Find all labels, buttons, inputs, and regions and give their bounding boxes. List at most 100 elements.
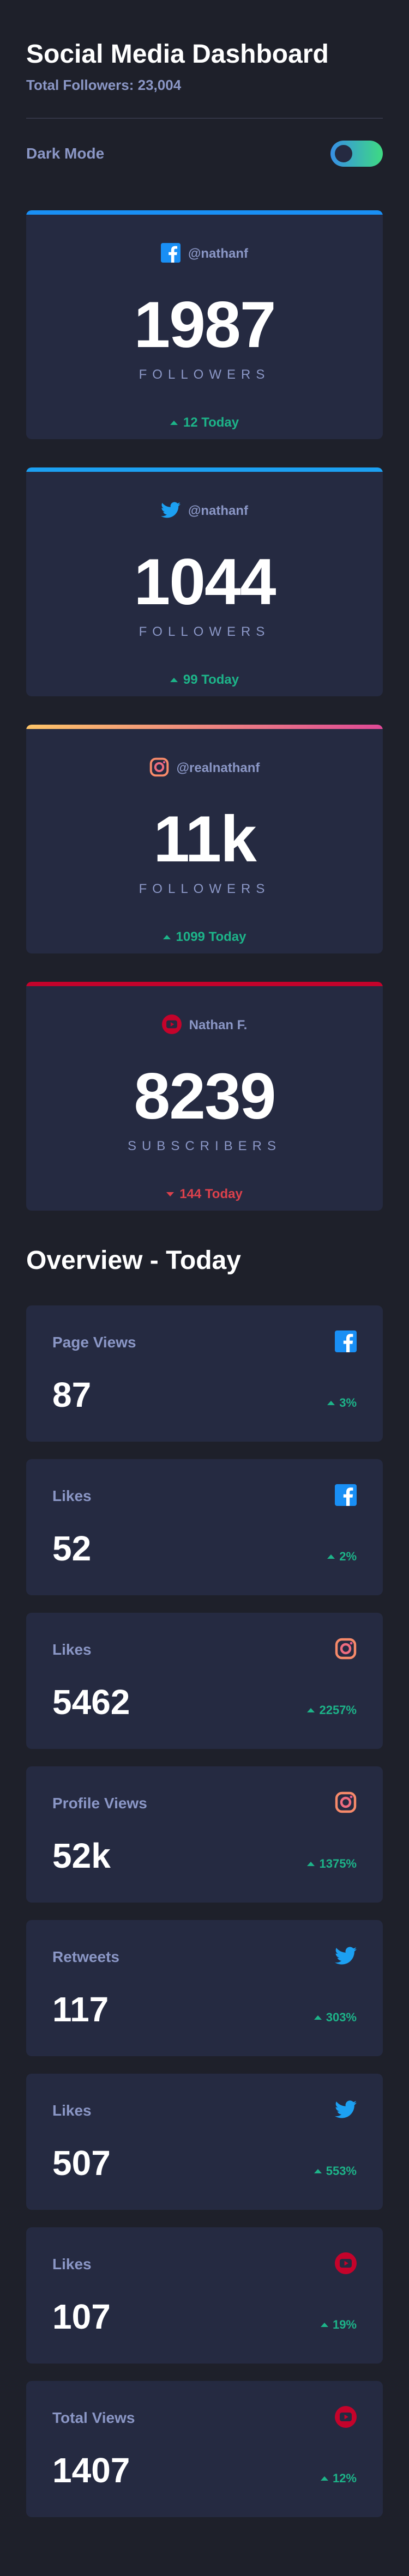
overview-metric: Profile Views (52, 1795, 147, 1812)
overview-value: 52 (52, 1529, 92, 1568)
overview-card-top: Profile Views (52, 1790, 357, 1816)
handle-row: @nathanf (26, 467, 383, 522)
overview-pct-text: 19% (332, 2318, 357, 2331)
card-top-bar (26, 467, 383, 472)
overview-card-instagram[interactable]: Likes 5462 2257% (26, 1613, 383, 1749)
follower-cards: @nathanf 1987 FOLLOWERS 12 Today @nathan… (26, 210, 383, 1211)
follower-delta: 99 Today (26, 672, 383, 688)
overview-card-facebook[interactable]: Likes 52 2% (26, 1459, 383, 1595)
overview-card-top: Likes (52, 1637, 357, 1663)
arrow-up-icon (170, 678, 178, 682)
overview-card-top: Page Views (52, 1329, 357, 1356)
youtube-icon (161, 1014, 182, 1037)
overview-value: 1407 (52, 2451, 130, 2490)
follower-card-instagram[interactable]: @realnathanf 11k FOLLOWERS 1099 Today (26, 725, 383, 953)
toggle-knob (335, 145, 352, 162)
overview-value: 117 (52, 1990, 109, 2029)
arrow-up-icon (320, 2476, 328, 2481)
follower-unit: FOLLOWERS (139, 624, 270, 639)
arrow-up-icon (314, 2015, 322, 2020)
arrow-up-icon (163, 935, 171, 939)
overview-card-bottom: 1407 12% (52, 2453, 357, 2488)
overview-pct-text: 553% (326, 2164, 357, 2178)
dark-mode-label: Dark Mode (26, 145, 105, 162)
overview-value: 107 (52, 2297, 111, 2336)
overview-metric: Likes (52, 2102, 92, 2119)
overview-card-bottom: 117 303% (52, 1992, 357, 2027)
youtube-icon (335, 2252, 357, 2277)
overview-metric: Likes (52, 2256, 92, 2273)
arrow-down-icon (166, 1192, 175, 1196)
follower-count: 1044 (134, 545, 276, 618)
arrow-up-icon (327, 1401, 335, 1405)
overview-card-youtube[interactable]: Likes 107 19% (26, 2227, 383, 2364)
page-title: Social Media Dashboard (26, 40, 329, 69)
overview-card-facebook[interactable]: Page Views 87 3% (26, 1305, 383, 1442)
overview-pct-text: 3% (339, 1396, 357, 1409)
overview-card-top: Likes (52, 2098, 357, 2124)
handle-row: @realnathanf (26, 725, 383, 779)
instagram-icon (149, 757, 169, 780)
overview-card-twitter[interactable]: Retweets 117 303% (26, 1920, 383, 2056)
handle-row: @nathanf (26, 210, 383, 265)
overview-card-bottom: 107 19% (52, 2299, 357, 2334)
overview-card-youtube[interactable]: Total Views 1407 12% (26, 2381, 383, 2517)
youtube-icon (335, 2405, 357, 2431)
header-divider (26, 118, 383, 119)
overview-card-top: Total Views (52, 2405, 357, 2431)
overview-pct: 303% (314, 2010, 357, 2025)
twitter-icon (160, 502, 181, 521)
overview-pct: 2% (327, 1550, 357, 1564)
overview-card-top: Retweets (52, 1944, 357, 1970)
overview-card-bottom: 87 3% (52, 1377, 357, 1412)
overview-pct: 12% (320, 2471, 357, 2486)
follower-delta: 12 Today (26, 415, 383, 430)
twitter-icon (335, 1947, 357, 1967)
overview-card-top: Likes (52, 1483, 357, 1509)
follower-count: 1987 (134, 288, 276, 361)
follower-delta-text: 12 Today (183, 415, 239, 430)
follower-count: 8239 (134, 1060, 276, 1133)
overview-metric: Likes (52, 1641, 92, 1658)
overview-pct: 553% (314, 2164, 357, 2178)
follower-count: 11k (153, 803, 257, 876)
overview-value: 87 (52, 1375, 92, 1414)
overview-metric: Total Views (52, 2409, 135, 2426)
overview-card-bottom: 52 2% (52, 1531, 357, 1566)
overview-pct: 3% (327, 1396, 357, 1410)
overview-metric: Retweets (52, 1948, 119, 1965)
follower-card-twitter[interactable]: @nathanf 1044 FOLLOWERS 99 Today (26, 467, 383, 696)
overview-card-top: Likes (52, 2251, 357, 2277)
dark-mode-toggle[interactable] (330, 141, 383, 167)
follower-delta: 1099 Today (26, 929, 383, 945)
overview-card-instagram[interactable]: Profile Views 52k 1375% (26, 1766, 383, 1903)
facebook-icon (335, 1484, 357, 1509)
instagram-icon (335, 1791, 357, 1816)
dark-mode-row: Dark Mode (26, 138, 383, 169)
overview-pct: 19% (320, 2318, 357, 2332)
overview-value: 52k (52, 1836, 111, 1875)
card-handle: @nathanf (188, 503, 249, 518)
card-handle: Nathan F. (189, 1018, 248, 1032)
overview-card-bottom: 507 553% (52, 2146, 357, 2180)
overview-title: Overview - Today (26, 1246, 241, 1275)
card-top-bar (26, 725, 383, 729)
total-followers: Total Followers: 23,004 (26, 77, 182, 93)
overview-pct-text: 2% (339, 1550, 357, 1563)
follower-card-youtube[interactable]: Nathan F. 8239 SUBSCRIBERS 144 Today (26, 982, 383, 1211)
overview-card-bottom: 52k 1375% (52, 1838, 357, 1873)
overview-card-twitter[interactable]: Likes 507 553% (26, 2074, 383, 2210)
facebook-icon (160, 242, 181, 265)
facebook-icon (335, 1330, 357, 1355)
follower-delta: 144 Today (26, 1187, 383, 1202)
overview-card-bottom: 5462 2257% (52, 1685, 357, 1720)
arrow-up-icon (320, 2323, 328, 2327)
follower-delta-text: 1099 Today (176, 929, 246, 944)
overview-metric: Likes (52, 1487, 92, 1504)
follower-card-facebook[interactable]: @nathanf 1987 FOLLOWERS 12 Today (26, 210, 383, 439)
follower-unit: FOLLOWERS (139, 367, 270, 382)
card-handle: @nathanf (188, 246, 249, 261)
overview-value: 507 (52, 2143, 111, 2183)
arrow-up-icon (307, 1708, 315, 1712)
card-handle: @realnathanf (176, 761, 260, 775)
